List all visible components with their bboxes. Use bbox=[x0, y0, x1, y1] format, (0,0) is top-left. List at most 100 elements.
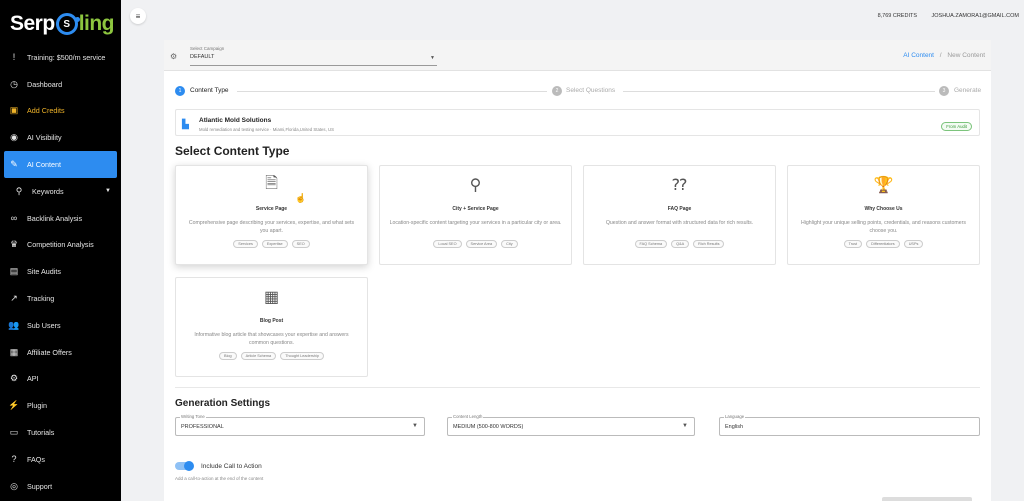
sidebar-item-plugin[interactable]: ⚡ Plugin bbox=[0, 392, 121, 419]
campaign-bar: ⚙ Select Campaign DEFAULT ▼ AI Content /… bbox=[164, 40, 991, 71]
tag: Blog bbox=[219, 352, 237, 360]
sidebar-item-affiliate-offers[interactable]: ▦ Affiliate Offers bbox=[0, 339, 121, 366]
writing-tone-select[interactable]: Writing Tone PROFESSIONAL ▼ bbox=[175, 414, 425, 436]
menu-toggle-button[interactable]: ≡ bbox=[130, 8, 146, 24]
step-1-label: Content Type bbox=[190, 87, 229, 94]
tag: Trust bbox=[843, 240, 863, 248]
card-title: Service Page bbox=[255, 206, 288, 212]
document-icon: 🗎 bbox=[265, 174, 278, 192]
sidebar-item-competition-analysis[interactable]: ♛ Competition Analysis bbox=[0, 232, 121, 259]
sidebar-item-faqs[interactable]: ? FAQs bbox=[0, 446, 121, 473]
sidebar-item-label: Dashboard bbox=[27, 79, 63, 89]
campaign-select-value: DEFAULT bbox=[190, 54, 215, 60]
sidebar-item-backlink-analysis[interactable]: ∞ Backlink Analysis bbox=[0, 205, 121, 232]
breadcrumb: AI Content / New Content bbox=[903, 52, 985, 59]
sidebar-item-tutorials[interactable]: ▭ Tutorials bbox=[0, 419, 121, 446]
offers-icon: ▦ bbox=[9, 346, 19, 357]
card-description: Comprehensive page describing your servi… bbox=[188, 220, 355, 234]
cta-toggle[interactable] bbox=[175, 461, 194, 471]
pencil-icon: ✎ bbox=[10, 159, 18, 170]
step-3-dot: 3 bbox=[939, 86, 949, 96]
trophy-icon: 🏆 bbox=[873, 177, 894, 194]
map-pin-icon: ⚲ bbox=[469, 177, 482, 194]
field-label: Language bbox=[724, 414, 746, 419]
language-input[interactable]: Language English bbox=[719, 414, 980, 436]
sidebar: Serp S ling ! Training: $500/m service ◷ D… bbox=[0, 0, 121, 501]
field-value: MEDIUM (500-800 WORDS) bbox=[453, 424, 524, 430]
content-length-select[interactable]: Content Length MEDIUM (500-800 WORDS) ▼ bbox=[447, 414, 695, 436]
step-connector bbox=[237, 91, 547, 92]
faq-chat-icon: ⁇ bbox=[672, 177, 687, 194]
support-icon: ◎ bbox=[10, 480, 18, 491]
step-2-label: Select Questions bbox=[566, 87, 616, 94]
card-description: Location-specific content targeting your… bbox=[389, 220, 562, 226]
sidebar-item-label: Training: $500/m service bbox=[27, 52, 106, 62]
content-type-card-faq-page[interactable]: ⁇ FAQ Page Question and answer format wi… bbox=[583, 165, 776, 265]
business-name: Atlantic Mold Solutions bbox=[199, 117, 272, 124]
card-description: Informative blog article that showcases … bbox=[194, 332, 349, 346]
caret-down-icon: ▼ bbox=[430, 55, 435, 61]
source-badge: From Audit bbox=[941, 122, 972, 131]
gear-icon: ⚙ bbox=[9, 373, 19, 384]
sidebar-item-label: Backlink Analysis bbox=[27, 213, 83, 223]
link-icon: ∞ bbox=[10, 213, 18, 224]
sidebar-item-add-credits[interactable]: ▣ Add Credits bbox=[0, 98, 121, 125]
field-value: PROFESSIONAL bbox=[181, 424, 224, 430]
content-type-card-why-choose-us[interactable]: 🏆 Why Choose Us Highlight your unique se… bbox=[787, 165, 980, 265]
sidebar-item-label: Competition Analysis bbox=[27, 240, 94, 250]
logo-ring-icon: S bbox=[55, 13, 80, 35]
sidebar-item-site-audits[interactable]: ▤ Site Audits bbox=[0, 258, 121, 285]
tag: Article Schema bbox=[240, 352, 277, 360]
main-panel: ⚙ Select Campaign DEFAULT ▼ AI Content /… bbox=[164, 40, 991, 501]
sidebar-item-tracking[interactable]: ↗ Tracking bbox=[0, 285, 121, 312]
sidebar-item-dashboard[interactable]: ◷ Dashboard bbox=[0, 71, 121, 98]
breadcrumb-ai-content[interactable]: AI Content bbox=[903, 52, 934, 59]
clipboard-icon: ▤ bbox=[9, 266, 19, 277]
building-icon: ▙ bbox=[182, 119, 189, 129]
sidebar-item-label: AI Content bbox=[27, 160, 61, 170]
campaign-select-label: Select Campaign bbox=[190, 46, 225, 51]
sidebar-item-label: FAQs bbox=[27, 454, 45, 464]
field-label: Content Length bbox=[452, 414, 484, 419]
trend-icon: ↗ bbox=[10, 293, 18, 304]
serpsling-logo[interactable]: Serp S ling bbox=[10, 10, 115, 38]
sidebar-item-label: AI Visibility bbox=[27, 133, 62, 143]
content-type-card-city-service-page[interactable]: ⚲ City + Service Page Location-specific … bbox=[379, 165, 572, 265]
sidebar-nav: ! Training: $500/m service ◷ Dashboard ▣ Ad… bbox=[0, 44, 121, 500]
tag: City bbox=[501, 240, 518, 248]
sidebar-item-label: Affiliate Offers bbox=[27, 347, 72, 357]
sidebar-item-label: Sub Users bbox=[27, 320, 61, 330]
user-email[interactable]: JOSHUA.ZAMORA1@GMAIL.COM bbox=[932, 13, 1019, 19]
exclamation-icon: ! bbox=[12, 52, 16, 63]
sidebar-item-ai-content[interactable]: ✎ AI Content bbox=[4, 151, 117, 178]
sidebar-item-label: API bbox=[27, 374, 39, 384]
card-tags: Trust Differentiators USPs bbox=[788, 240, 979, 248]
sidebar-item-label: Support bbox=[27, 481, 53, 491]
campaign-select[interactable]: DEFAULT ▼ bbox=[190, 54, 437, 66]
tag: Thought Leadership bbox=[280, 352, 324, 360]
content-type-card-service-page[interactable]: 🗎 Service Page Comprehensive page descri… bbox=[175, 165, 368, 265]
dashboard-icon: ◷ bbox=[10, 78, 18, 89]
question-icon: ? bbox=[11, 454, 17, 465]
cta-help-text: Add a call-to-action at the end of the c… bbox=[175, 476, 264, 481]
tag: Rich Results bbox=[693, 240, 725, 248]
sidebar-item-training[interactable]: ! Training: $500/m service bbox=[0, 44, 121, 71]
sidebar-item-ai-visibility[interactable]: ◉ AI Visibility bbox=[0, 124, 121, 151]
tag: Service Area bbox=[465, 240, 498, 248]
breadcrumb-current: New Content bbox=[947, 52, 985, 59]
blog-icon: ▦ bbox=[263, 289, 280, 306]
caret-down-icon: ▼ bbox=[682, 423, 688, 429]
card-title: City + Service Page bbox=[452, 206, 499, 212]
content-type-card-blog-post[interactable]: ▦ Blog Post Informative blog article tha… bbox=[175, 277, 368, 377]
sidebar-item-api[interactable]: ⚙ API bbox=[0, 366, 121, 393]
sidebar-item-support[interactable]: ◎ Support bbox=[0, 473, 121, 500]
divider bbox=[175, 387, 980, 388]
sidebar-item-sub-users[interactable]: 👥 Sub Users bbox=[0, 312, 121, 339]
generation-settings-title: Generation Settings bbox=[175, 398, 271, 409]
cta-label: Include Call to Action bbox=[201, 463, 262, 470]
breadcrumb-separator: / bbox=[939, 52, 942, 59]
bottom-button[interactable] bbox=[882, 497, 972, 501]
toggle-knob bbox=[184, 461, 194, 471]
sidebar-item-keywords[interactable]: ⚲ Keywords ▼ bbox=[0, 178, 121, 205]
sidebar-item-label: Plugin bbox=[27, 401, 47, 411]
